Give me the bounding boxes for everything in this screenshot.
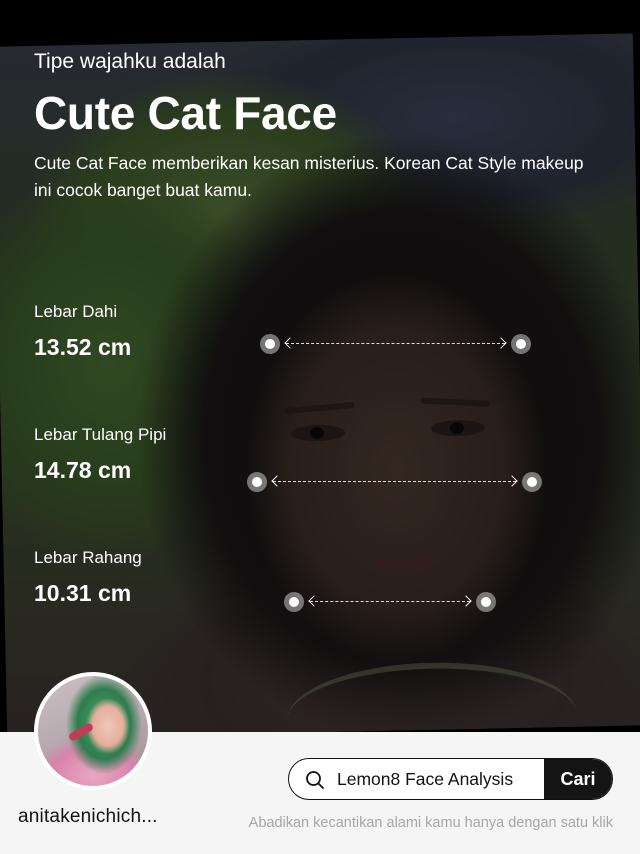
cheekbone-measure-line	[247, 472, 542, 492]
tagline: Abadikan kecantikan alami kamu hanya den…	[248, 815, 613, 831]
result-header: Tipe wajahku adalah Cute Cat Face Cute C…	[34, 50, 614, 204]
search-icon	[306, 771, 324, 789]
measure-point	[284, 592, 304, 612]
measure-point	[260, 334, 280, 354]
metric-forehead: Lebar Dahi 13.52 cm	[34, 302, 131, 361]
metric-cheekbone: Lebar Tulang Pipi 14.78 cm	[34, 425, 166, 484]
search-button[interactable]: Cari	[544, 759, 612, 799]
metric-value: 13.52 cm	[34, 334, 132, 360]
search-bar[interactable]: Lemon8 Face Analysis Cari	[288, 758, 613, 800]
measure-point	[247, 472, 267, 492]
search-input[interactable]: Lemon8 Face Analysis	[337, 769, 513, 790]
arrow-right-icon	[506, 475, 518, 487]
username[interactable]: anitakenichich...	[18, 806, 158, 828]
forehead-measure-line	[260, 334, 531, 354]
face-type-title: Cute Cat Face	[34, 87, 337, 139]
dashed-line	[286, 343, 505, 344]
metric-jaw: Lebar Rahang 10.31 cm	[34, 548, 142, 607]
avatar[interactable]	[34, 672, 152, 790]
dashed-line	[310, 601, 470, 602]
jaw-measure-line	[284, 592, 496, 612]
metric-label: Lebar Rahang	[34, 548, 142, 567]
measure-point	[522, 472, 542, 492]
metric-label: Lebar Tulang Pipi	[34, 425, 167, 444]
measure-point	[476, 592, 496, 612]
metric-value: 14.78 cm	[34, 457, 132, 483]
metric-label: Lebar Dahi	[34, 302, 118, 321]
avatar-microphone	[67, 722, 95, 742]
face-type-description: Cute Cat Face memberikan kesan misterius…	[34, 153, 584, 200]
measure-point	[511, 334, 531, 354]
dashed-line	[273, 481, 516, 482]
arrow-right-icon	[460, 595, 472, 607]
result-subtitle: Tipe wajahku adalah	[34, 50, 226, 73]
metric-value: 10.31 cm	[34, 580, 132, 606]
arrow-right-icon	[495, 337, 507, 349]
